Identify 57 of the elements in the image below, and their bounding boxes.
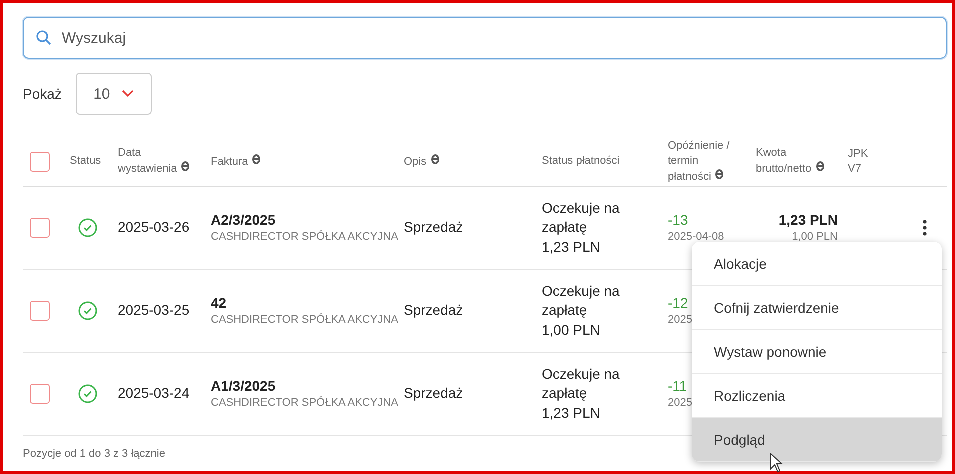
column-header[interactable]: Opis [404,154,440,170]
column-header: JPK V7 [848,146,870,176]
payment-status: Oczekuje na zapłatę [542,364,621,404]
search-field[interactable]: Wyszukaj [23,17,947,59]
due-date: 2025 [668,313,692,328]
payment-status: Oczekuje na zapłatę [542,198,621,238]
invoice-number: A2/3/2025 [211,210,276,230]
row-checkbox[interactable] [30,384,50,404]
description: Sprzedaż [404,218,464,238]
search-icon [36,30,52,46]
sort-icon[interactable] [252,154,262,164]
delay-days: -12 [668,294,688,314]
issue-date: 2025-03-25 [118,301,190,320]
check-circle-icon [78,218,98,238]
column-header[interactable]: Faktura [211,154,262,170]
column-header[interactable]: Data wystawienia [118,146,191,177]
issue-date: 2025-03-24 [118,384,190,404]
menu-item[interactable]: Wystaw ponownie [692,330,942,374]
payment-status: Oczekuje na zapłatę [542,282,621,320]
row-checkbox[interactable] [30,218,50,238]
issue-date: 2025-03-26 [118,218,190,238]
invoice-number: 42 [211,294,227,312]
more-icon[interactable] [923,220,927,236]
menu-item[interactable]: Rozliczenia [692,374,942,418]
show-label: Pokaż [23,86,62,102]
chevron-down-icon [122,90,134,98]
check-circle-icon [78,384,98,404]
payment-amount: 1,23 PLN [542,404,600,423]
select-all-checkbox[interactable] [30,152,50,172]
invoice-number: A1/3/2025 [211,376,276,396]
row-checkbox[interactable] [30,301,50,321]
payment-amount: 1,23 PLN [542,238,600,257]
column-header: Status [70,154,102,169]
description: Sprzedaż [404,301,464,320]
company-name: CASHDIRECTOR SPÓŁKA AKCYJNA [211,230,398,246]
company-name: CASHDIRECTOR SPÓŁKA AKCYJNA [211,313,398,328]
sort-icon[interactable] [816,161,825,172]
delay-days: -13 [668,210,688,230]
gross-amount: 1,23 PLN [778,210,838,230]
company-name: CASHDIRECTOR SPÓŁKA AKCYJNA [211,396,398,412]
payment-amount: 1,00 PLN [542,320,600,340]
delay-days: -11 [668,376,688,396]
due-date: 2025 [668,396,692,412]
sort-icon[interactable] [181,161,190,172]
column-header[interactable]: Opóźnienie / termin płatności [668,138,736,184]
menu-item[interactable]: Cofnij zatwierdzenie [692,286,942,330]
column-header: Status płatności [542,154,620,169]
page-size-select[interactable]: 10 [76,73,152,115]
sort-icon[interactable] [430,154,440,164]
description: Sprzedaż [404,384,464,404]
menu-item[interactable]: Podgląd [692,418,942,462]
cursor-icon [770,453,784,473]
menu-item[interactable]: Alokacje [692,242,942,286]
pagination-info: Pozycje od 1 do 3 z 3 łącznie [23,448,166,460]
check-circle-icon [78,301,98,321]
column-header[interactable]: Kwota brutto/netto [756,146,828,177]
sort-icon[interactable] [715,168,724,180]
